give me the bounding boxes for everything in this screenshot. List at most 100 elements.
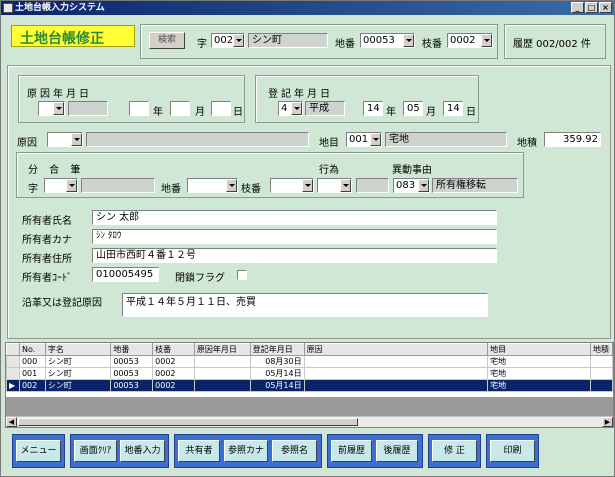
screen-clear-button[interactable]: 画面ｸﾘｱ (74, 440, 117, 462)
grid-header-row: No. 字名 地番 枝番 原因年月日 登記年月日 原因 地目 地積 (6, 343, 613, 356)
cell-cause (303, 355, 489, 368)
bunpitsu-edaban-select[interactable] (270, 178, 314, 193)
minimize-button[interactable]: _ (571, 2, 584, 13)
horizontal-scrollbar[interactable]: ◀ ▶ (6, 416, 613, 427)
next-history-button[interactable]: 後履歴 (376, 440, 418, 462)
col-header[interactable]: 枝番 (152, 343, 195, 356)
menu-button[interactable]: メニュー (16, 440, 61, 462)
aza-code-select[interactable]: 002 (211, 33, 245, 48)
chiban-input-button[interactable]: 地番入力 (120, 440, 165, 462)
sansho-name-button[interactable]: 参照名 (272, 440, 317, 462)
history-text-input[interactable]: 平成１４年５月１１日、売買 (122, 293, 488, 317)
col-header[interactable]: 字名 (44, 343, 112, 356)
cell-chimoku: 宅地 (487, 355, 591, 368)
cell-chimoku: 宅地 (487, 367, 591, 380)
print-button[interactable]: 印刷 (490, 440, 535, 462)
owner-kana-input[interactable]: ｼﾝ ﾀﾛｳ (92, 229, 497, 244)
maximize-button[interactable]: □ (585, 2, 598, 13)
col-header[interactable]: 地番 (110, 343, 154, 356)
app-window: 土地台帳入力システム _ □ × 土地台帳修正 検索 字 002 シン町 地番 … (0, 0, 615, 477)
aza-name-field: シン町 (248, 33, 328, 48)
col-header[interactable]: No. (18, 343, 46, 356)
cause-code-select[interactable] (47, 132, 83, 147)
cause-label: 原因 (17, 138, 37, 149)
row-indicator[interactable] (6, 355, 20, 368)
area-input[interactable]: 359.92 (544, 132, 601, 147)
area-label: 地積 (517, 138, 537, 149)
cause-month-label: 月 (195, 107, 205, 118)
owner-code-input[interactable]: 010005495 (92, 267, 159, 282)
chevron-down-icon[interactable] (418, 179, 429, 192)
chevron-down-icon[interactable] (370, 133, 381, 146)
row-indicator-arrow-icon[interactable]: ▶ (6, 379, 20, 392)
scroll-left-icon[interactable]: ◀ (6, 417, 17, 427)
reg-year-label: 年 (386, 107, 396, 118)
col-header[interactable]: 登記年月日 (249, 343, 305, 356)
koui-label: 行為 (319, 165, 339, 176)
owner-address-input[interactable]: 山田市西町４番１２号 (92, 248, 497, 263)
edaban-select[interactable]: 0002 (447, 33, 493, 48)
chimoku-name-field: 宅地 (385, 132, 507, 147)
table-row[interactable]: 000 シン町 00053 0002 08月30日 宅地 (6, 355, 613, 368)
idou-select[interactable]: 083 (393, 178, 430, 193)
owner-code-label: 所有者ｺｰﾄﾞ (22, 273, 72, 284)
kyoyusha-button[interactable]: 共有者 (178, 440, 220, 462)
chevron-down-icon[interactable] (66, 179, 77, 192)
bunpitsu-chiban-label: 地番 (161, 184, 181, 195)
cell-no: 000 (18, 355, 46, 368)
search-button[interactable]: 検索 (149, 32, 185, 49)
bunpitsu-aza-select[interactable] (44, 178, 78, 193)
close-button[interactable]: × (599, 2, 612, 13)
chevron-down-icon[interactable] (291, 102, 302, 115)
koui-select[interactable] (317, 178, 352, 193)
reg-day-input[interactable]: 14 (443, 101, 463, 116)
chevron-down-icon[interactable] (53, 102, 64, 115)
chevron-down-icon[interactable] (302, 179, 313, 192)
cell-no: 001 (18, 367, 46, 380)
modify-button[interactable]: 修 正 (432, 440, 477, 462)
cell-cause (303, 367, 489, 380)
history-grid[interactable]: No. 字名 地番 枝番 原因年月日 登記年月日 原因 地目 地積 000 シン… (5, 342, 614, 428)
cell-aza: シン町 (44, 355, 112, 368)
prev-history-button[interactable]: 前履歴 (331, 440, 372, 462)
reg-month-input[interactable]: 05 (403, 101, 423, 116)
table-row[interactable]: 001 シン町 00053 0002 05月14日 宅地 (6, 367, 613, 380)
chiban-label: 地番 (335, 39, 355, 50)
col-header[interactable]: 原因 (303, 343, 489, 356)
bunpitsu-chiban-select[interactable] (187, 178, 238, 193)
window-title: 土地台帳入力システム (15, 3, 105, 13)
history-text-label: 沿革又は登記原因 (22, 298, 102, 309)
col-header[interactable]: 原因年月日 (193, 343, 251, 356)
history-table: No. 字名 地番 枝番 原因年月日 登記年月日 原因 地目 地積 000 シン… (6, 343, 613, 392)
bunpitsu-title: 分 合 筆 (28, 165, 85, 176)
chevron-down-icon[interactable] (403, 34, 414, 47)
cause-month-input[interactable] (170, 101, 190, 116)
cause-date-title: 原因年月日 (27, 89, 92, 100)
reg-era-select[interactable]: 4 (278, 101, 303, 116)
sansho-kana-button[interactable]: 参照カナ (224, 440, 268, 462)
cell-chiban: 00053 (110, 355, 154, 368)
lock-flag-checkbox[interactable] (237, 270, 247, 280)
scroll-thumb[interactable] (18, 418, 358, 426)
reg-era-name: 平成 (305, 101, 345, 116)
cause-era-select[interactable] (38, 101, 65, 116)
owner-name-input[interactable]: シン 太郎 (92, 210, 497, 225)
chevron-down-icon[interactable] (233, 34, 244, 47)
reg-year-input[interactable]: 14 (363, 101, 383, 116)
chimoku-select[interactable]: 001 (346, 132, 382, 147)
col-header[interactable]: 地目 (487, 343, 591, 356)
cause-year-input[interactable] (129, 101, 149, 116)
table-row-selected[interactable]: ▶ 002 シン町 00053 0002 05月14日 宅地 (6, 379, 613, 392)
row-indicator[interactable] (6, 367, 20, 380)
cause-era-name (68, 101, 108, 116)
chevron-down-icon[interactable] (71, 133, 82, 146)
chevron-down-icon[interactable] (340, 179, 351, 192)
chevron-down-icon[interactable] (481, 34, 492, 47)
chevron-down-icon[interactable] (226, 179, 237, 192)
chiban-select[interactable]: 00053 (360, 33, 415, 48)
reg-month-label: 月 (426, 107, 436, 118)
cause-day-input[interactable] (211, 101, 231, 116)
col-header[interactable]: 地積 (589, 343, 613, 356)
app-icon (3, 3, 13, 13)
scroll-right-icon[interactable]: ▶ (602, 417, 613, 427)
